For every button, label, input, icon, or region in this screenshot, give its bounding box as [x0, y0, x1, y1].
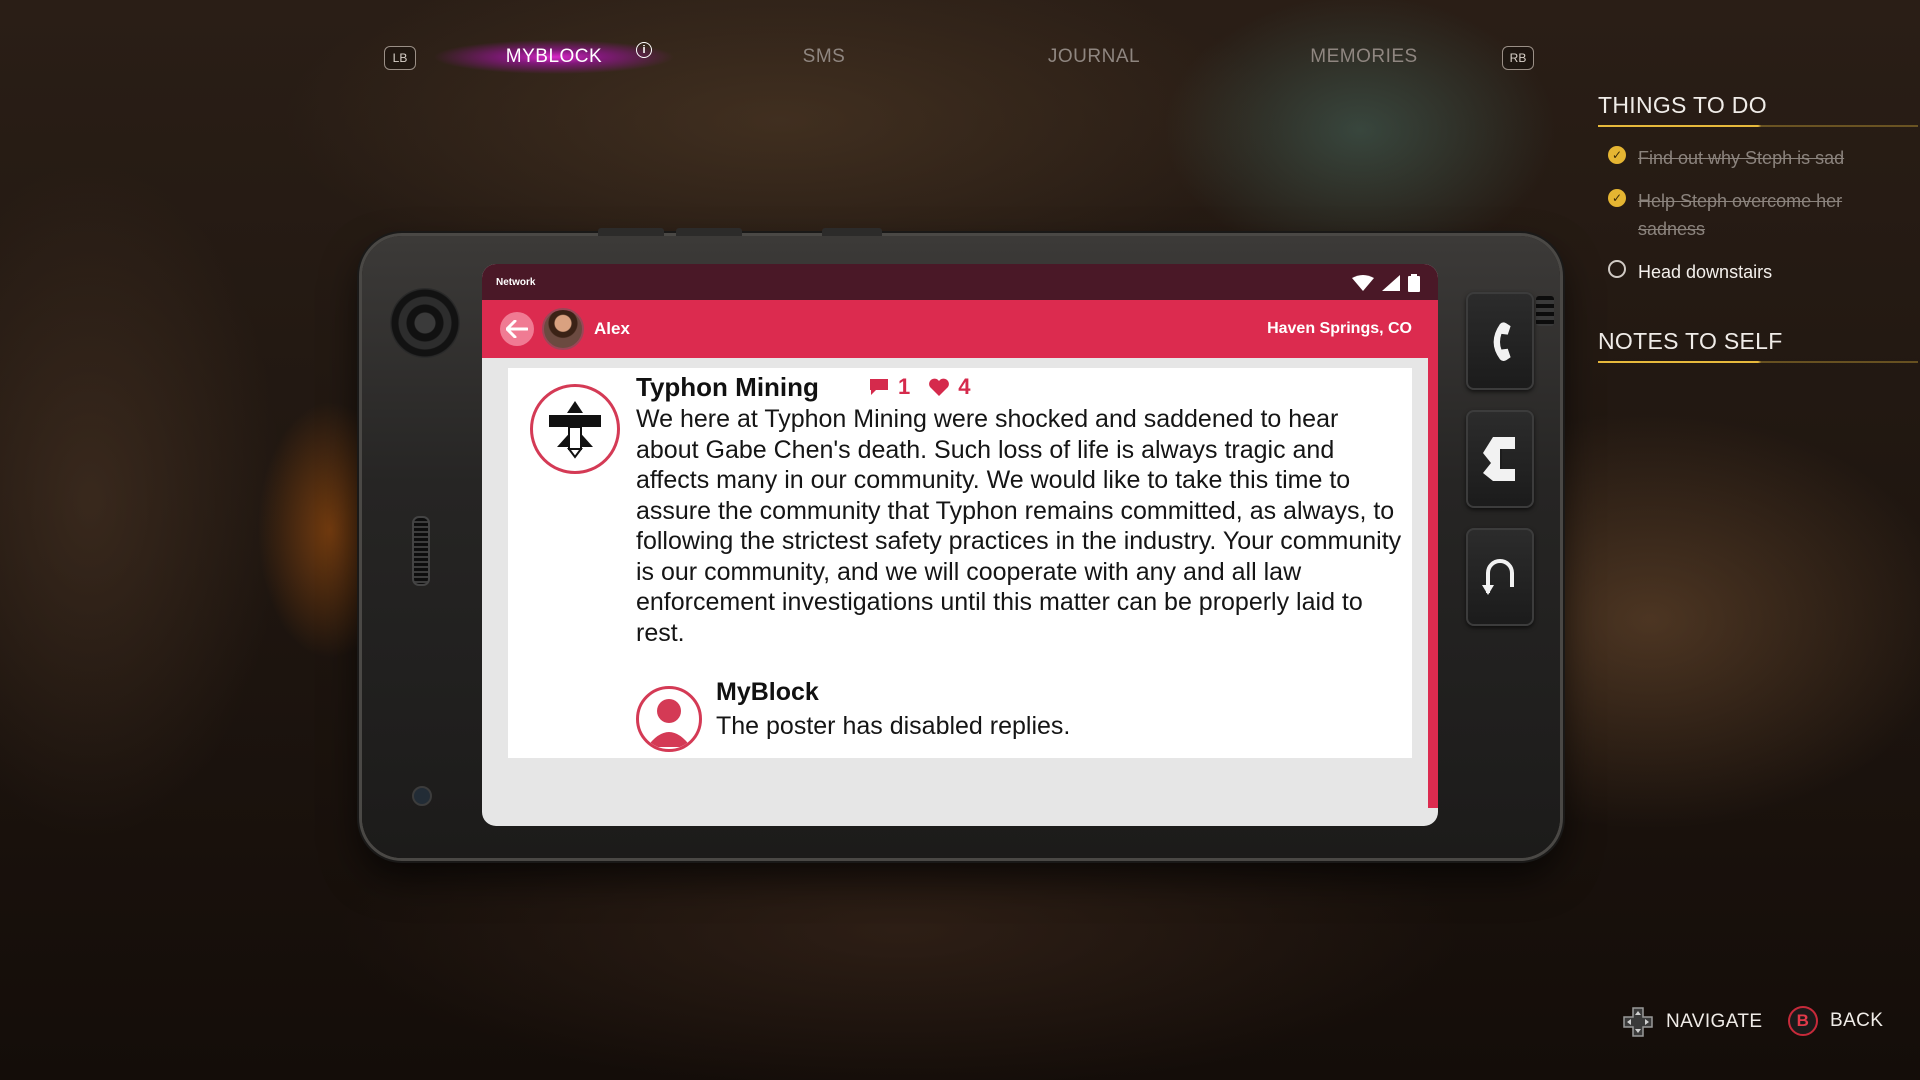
signal-icon [1382, 275, 1400, 291]
tab-memories-label: MEMORIES [1310, 46, 1418, 67]
home-return-icon [1482, 559, 1514, 595]
default-user-avatar-icon [636, 686, 702, 752]
back-arrow-button[interactable] [500, 312, 534, 346]
todo-item: Head downstairs [1608, 258, 1888, 286]
carrier-label: Network [496, 276, 536, 288]
avatar [542, 308, 584, 350]
user-name: Alex [594, 319, 630, 338]
battery-icon [1408, 274, 1420, 292]
todo-item-text: Head downstairs [1638, 262, 1773, 282]
navigate-label: NAVIGATE [1666, 1011, 1763, 1032]
side-grille [1536, 296, 1554, 326]
app-switch-icon [1483, 437, 1515, 481]
heart-icon[interactable] [928, 377, 950, 397]
navigate-hint: NAVIGATE [1622, 1006, 1762, 1038]
sensor-dot [412, 786, 432, 806]
notes-to-self-heading: NOTES TO SELF [1598, 328, 1918, 363]
post-card: Typhon Mining 1 4 We here at Typhon Mini… [508, 368, 1412, 758]
speaker-grille [412, 516, 430, 586]
volume-button [676, 228, 742, 236]
post-stats: 1 4 [868, 374, 971, 400]
empty-circle-icon [1608, 260, 1626, 278]
power-button [822, 228, 882, 236]
tab-sms-label: SMS [802, 46, 846, 67]
reply-text: The poster has disabled replies. [716, 712, 1071, 740]
todo-item-text: Find out why Steph is sad [1638, 148, 1845, 168]
reply-item: MyBlock The poster has disabled replies. [636, 678, 1336, 752]
post-body-text: We here at Typhon Mining were shocked an… [636, 405, 1402, 647]
back-hint[interactable]: B BACK [1788, 1006, 1883, 1036]
post-feed[interactable]: Typhon Mining 1 4 We here at Typhon Mini… [482, 358, 1438, 826]
things-to-do-heading: THINGS TO DO [1598, 92, 1918, 127]
comment-count: 1 [898, 374, 911, 399]
tab-journal[interactable]: JOURNAL [974, 40, 1214, 74]
app-header: Alex Haven Springs, CO [482, 300, 1438, 358]
phone-device: Network Alex Haven Springs, CO Typhon Mi… [362, 228, 1560, 858]
phone-call-icon [1493, 322, 1511, 361]
typhon-logo-icon [530, 384, 620, 474]
todo-item-text: Help Steph overcome her sadness [1638, 191, 1843, 239]
scrollbar[interactable] [1428, 358, 1438, 808]
back-arrow-icon [506, 320, 528, 338]
home-return-button[interactable] [1466, 528, 1534, 626]
like-count: 4 [958, 374, 971, 399]
reply-author: MyBlock [716, 678, 819, 706]
lb-bumper-button[interactable]: LB [384, 46, 416, 70]
post-author: Typhon Mining [636, 372, 819, 402]
tab-journal-label: JOURNAL [1047, 46, 1141, 67]
rb-bumper-button[interactable]: RB [1502, 46, 1534, 70]
todo-item: ✓ Help Steph overcome her sadness [1608, 187, 1858, 243]
dpad-icon [1622, 1006, 1654, 1038]
tab-memories[interactable]: MEMORIES [1244, 40, 1484, 74]
camera-icon [390, 288, 460, 358]
comment-icon[interactable] [868, 377, 890, 397]
info-circle-icon: i [636, 42, 652, 58]
b-button-icon: B [1788, 1006, 1818, 1036]
volume-button [598, 228, 664, 236]
phone-screen: Network Alex Haven Springs, CO Typhon Mi… [482, 264, 1438, 826]
app-switch-button[interactable] [1466, 410, 1534, 508]
tab-sms[interactable]: SMS [704, 40, 944, 74]
wifi-icon [1352, 275, 1374, 291]
checkmark-icon: ✓ [1608, 146, 1626, 164]
location-label: Haven Springs, CO [1267, 320, 1412, 337]
tab-myblock-label: MYBLOCK [505, 46, 603, 67]
checkmark-icon: ✓ [1608, 189, 1626, 207]
phone-call-button[interactable] [1466, 292, 1534, 390]
todo-item: ✓ Find out why Steph is sad [1608, 144, 1888, 172]
status-bar: Network [482, 264, 1438, 300]
back-label: BACK [1830, 1010, 1884, 1031]
